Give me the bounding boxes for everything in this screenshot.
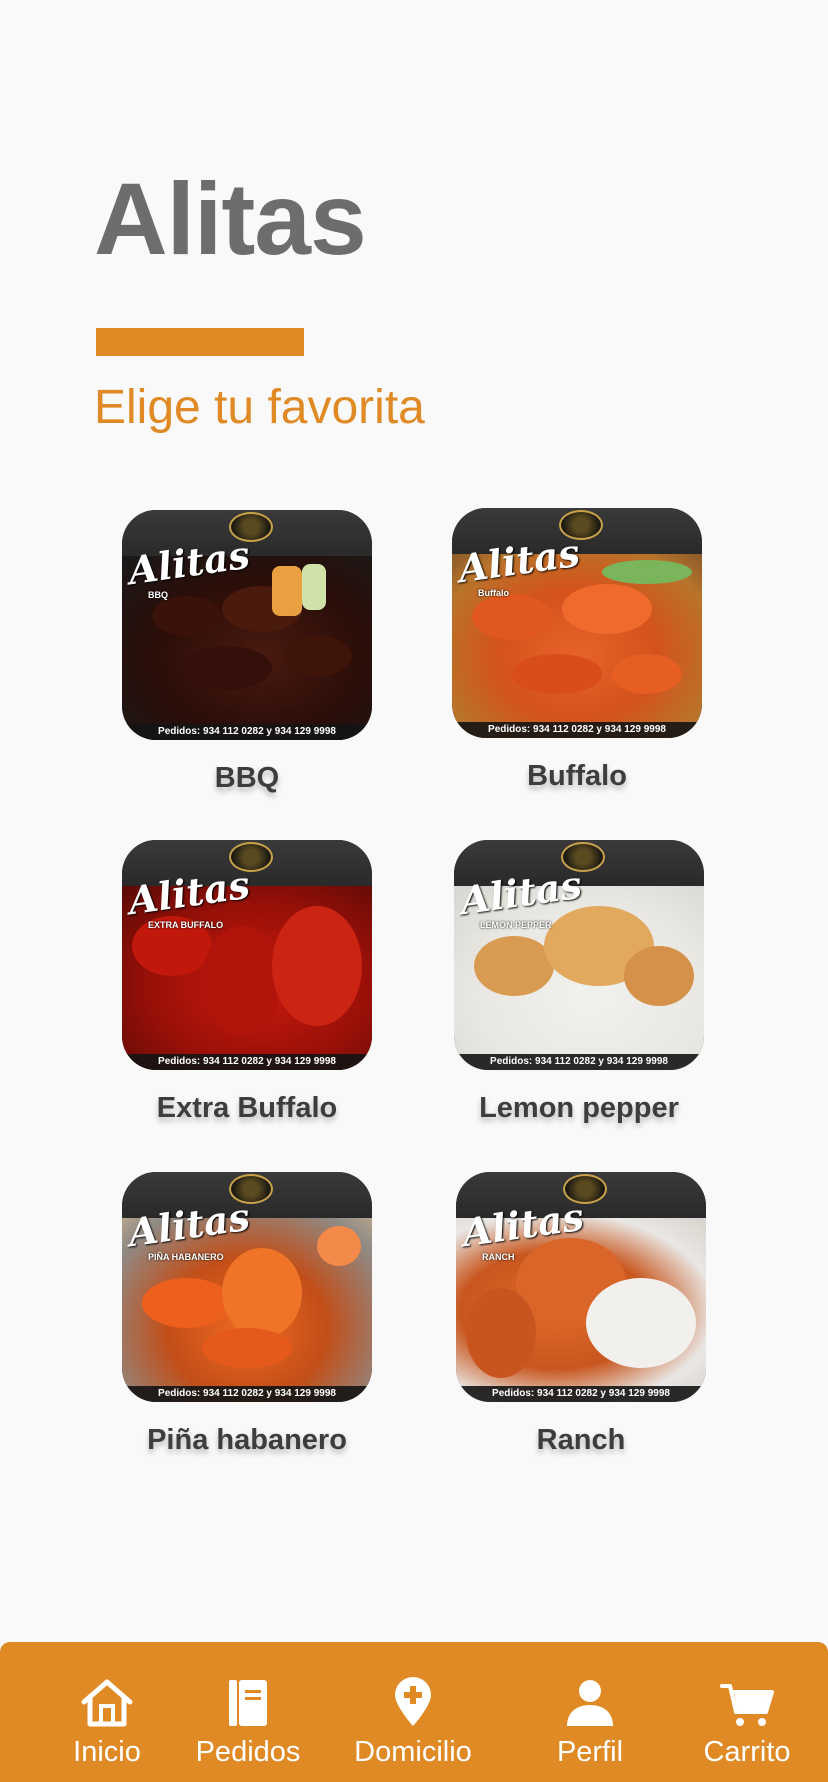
menu-item-image: Alitas EXTRA BUFFALO Pedidos: 934 112 02… xyxy=(122,840,372,1070)
image-footer-text: Pedidos: 934 112 0282 y 934 129 9998 xyxy=(122,724,372,740)
nav-item-carrito[interactable]: Carrito xyxy=(672,1642,822,1782)
menu-item-image: Alitas Buffalo Pedidos: 934 112 0282 y 9… xyxy=(452,508,702,738)
nav-item-perfil[interactable]: Perfil xyxy=(515,1642,665,1782)
page-title: Alitas xyxy=(94,162,367,276)
nav-label: Domicilio xyxy=(354,1736,472,1768)
image-footer-text: Pedidos: 934 112 0282 y 934 129 9998 xyxy=(122,1386,372,1402)
menu-item-label: Buffalo xyxy=(527,760,627,792)
nav-label: Pedidos xyxy=(195,1736,301,1768)
menu-item-pina-habanero[interactable]: Alitas PIÑA HABANERO Pedidos: 934 112 02… xyxy=(122,1172,372,1457)
image-flavor-tag: RANCH xyxy=(482,1252,515,1262)
menu-item-image: Alitas RANCH Pedidos: 934 112 0282 y 934… xyxy=(456,1172,706,1402)
book-icon xyxy=(221,1676,275,1728)
page-subtitle: Elige tu favorita xyxy=(94,381,425,434)
nav-label: Inicio xyxy=(73,1736,141,1768)
menu-item-image: Alitas LEMON PEPPER Pedidos: 934 112 028… xyxy=(454,840,704,1070)
cart-icon xyxy=(720,1676,774,1728)
menu-item-ranch[interactable]: Alitas RANCH Pedidos: 934 112 0282 y 934… xyxy=(456,1172,706,1457)
menu-item-bbq[interactable]: Alitas BBQ Pedidos: 934 112 0282 y 934 1… xyxy=(122,510,372,795)
title-underline xyxy=(96,328,304,356)
home-icon xyxy=(80,1676,134,1728)
menu-item-image: Alitas BBQ Pedidos: 934 112 0282 y 934 1… xyxy=(122,510,372,740)
menu-item-buffalo[interactable]: Alitas Buffalo Pedidos: 934 112 0282 y 9… xyxy=(452,508,702,793)
bottom-nav: Inicio Pedidos Domicilio Perfil Carrito xyxy=(0,1642,828,1782)
nav-label: Carrito xyxy=(703,1736,791,1768)
user-icon xyxy=(563,1676,617,1728)
menu-item-lemon-pepper[interactable]: Alitas LEMON PEPPER Pedidos: 934 112 028… xyxy=(454,840,704,1125)
location-plus-icon xyxy=(386,1676,440,1728)
menu-item-label: Extra Buffalo xyxy=(156,1092,338,1124)
image-flavor-tag: PIÑA HABANERO xyxy=(148,1252,224,1262)
menu-item-label: Ranch xyxy=(536,1424,626,1456)
image-footer-text: Pedidos: 934 112 0282 y 934 129 9998 xyxy=(456,1386,706,1402)
nav-item-inicio[interactable]: Inicio xyxy=(32,1642,182,1782)
nav-label: Perfil xyxy=(556,1736,624,1768)
nav-item-domicilio[interactable]: Domicilio xyxy=(338,1642,488,1782)
menu-item-extra-buffalo[interactable]: Alitas EXTRA BUFFALO Pedidos: 934 112 02… xyxy=(122,840,372,1125)
nav-item-pedidos[interactable]: Pedidos xyxy=(173,1642,323,1782)
image-footer-text: Pedidos: 934 112 0282 y 934 129 9998 xyxy=(122,1054,372,1070)
image-flavor-tag: EXTRA BUFFALO xyxy=(148,920,224,930)
image-flavor-tag: BBQ xyxy=(148,590,168,600)
image-footer-text: Pedidos: 934 112 0282 y 934 129 9998 xyxy=(454,1054,704,1070)
menu-item-label: Lemon pepper xyxy=(479,1092,679,1124)
image-flavor-tag: LEMON PEPPER xyxy=(480,920,552,930)
image-footer-text: Pedidos: 934 112 0282 y 934 129 9998 xyxy=(452,722,702,738)
menu-item-image: Alitas PIÑA HABANERO Pedidos: 934 112 02… xyxy=(122,1172,372,1402)
menu-item-label: BBQ xyxy=(214,762,280,794)
image-flavor-tag: Buffalo xyxy=(478,588,509,598)
menu-item-label: Piña habanero xyxy=(147,1424,347,1456)
